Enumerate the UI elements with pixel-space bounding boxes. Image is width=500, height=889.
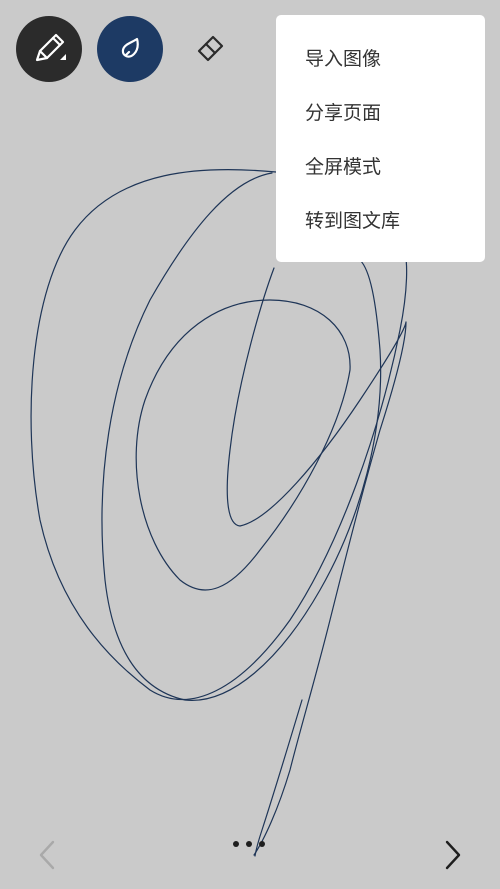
chevron-left-icon: [39, 840, 55, 870]
more-options-button[interactable]: [226, 832, 272, 856]
menu-item-import-image[interactable]: 导入图像: [305, 44, 381, 74]
eraser-tool-button[interactable]: [176, 16, 242, 82]
next-page-button[interactable]: [437, 838, 467, 872]
previous-page-button[interactable]: [33, 838, 63, 872]
more-dots-icon: [233, 841, 265, 847]
menu-item-fullscreen[interactable]: 全屏模式: [305, 152, 381, 182]
menu-item-go-to-gallery[interactable]: 转到图文库: [305, 206, 400, 236]
ink-tool-button[interactable]: [97, 16, 163, 82]
pen-icon: [35, 33, 66, 62]
menu-item-share-page[interactable]: 分享页面: [305, 98, 381, 128]
chevron-right-icon: [445, 840, 461, 870]
eraser-icon: [197, 35, 224, 62]
ink-stroke: [135, 299, 351, 591]
ink-drop-icon: [121, 37, 139, 58]
ink-stroke: [226, 267, 407, 856]
context-menu: 导入图像 分享页面 全屏模式 转到图文库: [276, 15, 485, 262]
pen-tool-button[interactable]: [16, 16, 82, 82]
